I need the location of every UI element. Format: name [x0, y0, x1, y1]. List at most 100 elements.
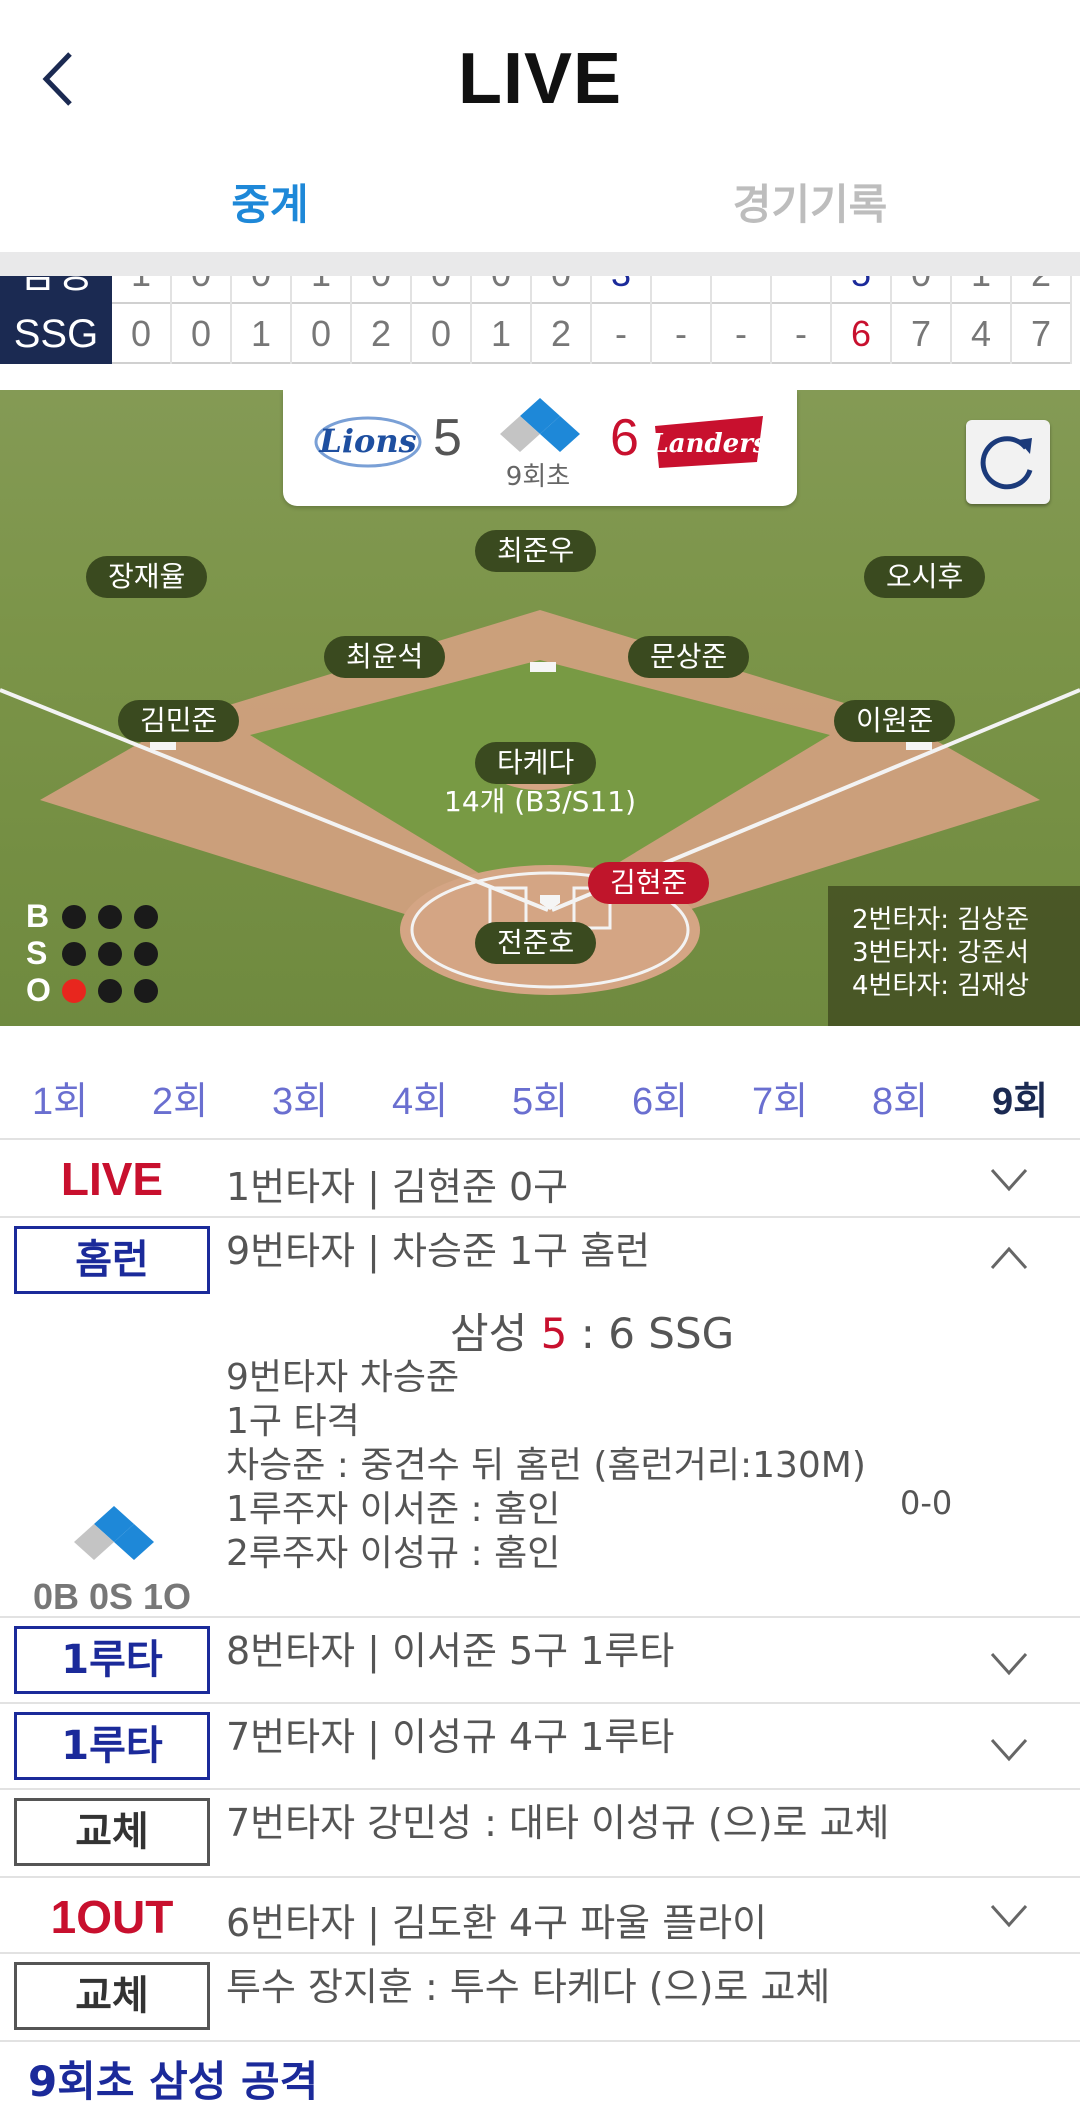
inning-tabs: 1회 2회 3회 4회 5회 6회 7회 8회 9회	[0, 1070, 1080, 1130]
score-cell: 0	[412, 304, 472, 364]
ball-dot	[62, 904, 86, 929]
play-text: 1번타자 | 김현준 0구	[226, 1165, 569, 1209]
tab-broadcast[interactable]: 중계	[0, 160, 540, 250]
inning-tab-2[interactable]: 2회	[120, 1070, 240, 1130]
next-batter: 4번타자: 김재상	[852, 971, 1030, 1001]
score-cell: 1	[232, 304, 292, 364]
out-badge: 1OUT	[50, 1891, 174, 1943]
score-cell-errors: 4	[952, 304, 1012, 364]
play-text: 7번타자 | 이성규 4구 1루타	[226, 1715, 675, 1759]
player-right-field[interactable]: 오시후	[864, 556, 986, 598]
away-team-label: 삼성	[450, 1309, 541, 1358]
play-row-live[interactable]: LIVE 1번타자 | 김현준 0구	[0, 1138, 1080, 1216]
detail-line: 9번타자 차승준	[226, 1357, 460, 1398]
inning-tab-5[interactable]: 5회	[480, 1070, 600, 1130]
scoreboard-row-away: 삼성 1 0 0 1 0 0 0 0 3 5 0 1 2	[0, 276, 1072, 304]
home-score: 6	[610, 409, 639, 467]
play-text: 8번타자 | 이서준 5구 1루타	[226, 1629, 675, 1673]
player-first-base[interactable]: 이원준	[834, 700, 956, 742]
base-runner-icon	[74, 1506, 154, 1560]
chevron-down-icon[interactable]	[990, 1904, 1028, 1928]
score-cell: 0	[472, 276, 532, 304]
tab-bar: 중계 경기기록	[0, 160, 1080, 250]
score-cell: 0	[352, 276, 412, 304]
homerun-badge: 홈런	[14, 1226, 210, 1294]
player-second-base[interactable]: 문상준	[628, 636, 750, 678]
detail-line: 1구 타격	[226, 1401, 360, 1442]
chevron-up-icon[interactable]	[990, 1246, 1028, 1270]
chevron-down-icon[interactable]	[990, 1738, 1028, 1762]
player-catcher[interactable]: 전준호	[475, 922, 597, 964]
play-text: 6번타자 | 김도환 4구 파울 플라이	[226, 1901, 768, 1945]
player-left-field[interactable]: 장재율	[86, 556, 208, 598]
score-cell-bb: 7	[1012, 304, 1072, 364]
svg-text:Lions: Lions	[318, 422, 416, 460]
tab-records[interactable]: 경기기록	[540, 160, 1080, 250]
score-cell	[772, 276, 832, 304]
scoreboard-summary-card: Lions 5 9회초 6 Landers	[283, 390, 797, 506]
baseball-field: Lions 5 9회초 6 Landers 장재율 최준우 오시후 최윤석 문상…	[0, 390, 1080, 1026]
score-cell-hits: 7	[892, 304, 952, 364]
inning-tab-8[interactable]: 8회	[840, 1070, 960, 1130]
inning-tab-6[interactable]: 6회	[600, 1070, 720, 1130]
play-row-substitution[interactable]: 교체 투수 장지훈 : 투수 타케다 (으)로 교체	[0, 1952, 1080, 2040]
score-cell: -	[652, 304, 712, 364]
strikes-label: S	[26, 935, 48, 971]
team-name: SSG	[0, 304, 112, 364]
play-detail-lines: 9번타자 차승준 1구 타격 차승준 : 중견수 뒤 홈런 (홈런거리:130M…	[226, 1356, 866, 1576]
score-cell: 0	[292, 304, 352, 364]
player-shortstop[interactable]: 최윤석	[324, 636, 446, 678]
refresh-icon	[980, 436, 1033, 490]
svg-text:Landers: Landers	[651, 429, 768, 459]
bso-summary: 0B 0S 1O	[32, 1576, 192, 1617]
player-batter[interactable]: 김현준	[588, 862, 710, 904]
away-score-highlight: 5	[540, 1309, 568, 1358]
strike-dot	[62, 941, 86, 966]
play-text: 투수 장지훈 : 투수 타케다 (으)로 교체	[226, 1965, 831, 2009]
score-cell: 2	[352, 304, 412, 364]
detail-line: 1루주자 이서준 : 홈인	[226, 1489, 561, 1530]
score-cell: 2	[532, 304, 592, 364]
play-row-single[interactable]: 1루타 8번타자 | 이서준 5구 1루타	[0, 1616, 1080, 1702]
page-title: LIVE	[457, 39, 623, 119]
bso-indicator: B S O	[26, 898, 170, 1009]
chevron-down-icon[interactable]	[990, 1652, 1028, 1676]
single-badge: 1루타	[14, 1712, 210, 1780]
inning-tab-7[interactable]: 7회	[720, 1070, 840, 1130]
player-third-base[interactable]: 김민준	[118, 700, 240, 742]
play-row-substitution[interactable]: 교체 7번타자 강민성 : 대타 이성규 (으)로 교체	[0, 1788, 1080, 1876]
inning-tab-1[interactable]: 1회	[0, 1070, 120, 1130]
score-cell	[652, 276, 712, 304]
section-title: 9회초 삼성 공격	[28, 2057, 319, 2106]
pitch-count: 14개 (B3/S11)	[444, 785, 636, 818]
score-cell: -	[712, 304, 772, 364]
balls-row: B	[26, 898, 170, 935]
out-dot	[134, 978, 158, 1003]
strike-dot	[134, 941, 158, 966]
balls-label: B	[26, 898, 50, 934]
player-pitcher[interactable]: 타케다	[475, 742, 597, 784]
inning-tab-4[interactable]: 4회	[360, 1070, 480, 1130]
ball-dot	[134, 904, 158, 929]
score-cell-errors: 1	[952, 276, 1012, 304]
inning-tab-9[interactable]: 9회	[960, 1070, 1080, 1130]
divider	[0, 252, 1080, 276]
play-row-single[interactable]: 1루타 7번타자 | 이성규 4구 1루타	[0, 1702, 1080, 1788]
ball-count: 0-0	[900, 1484, 953, 1522]
refresh-button[interactable]	[966, 420, 1050, 504]
play-row-homerun[interactable]: 홈런 9번타자 | 차승준 1구 홈런 삼성 5 : 6 SSG 9번타자 차승…	[0, 1216, 1080, 1617]
away-score: 5	[433, 409, 462, 467]
scoreboard[interactable]: 삼성 1 0 0 1 0 0 0 0 3 5 0 1 2 SSG 0 0 1 0…	[0, 276, 1080, 366]
score-cell: 3	[592, 276, 652, 304]
player-center-field[interactable]: 최준우	[475, 530, 597, 572]
score-cell-bb: 2	[1012, 276, 1072, 304]
inning-tab-3[interactable]: 3회	[240, 1070, 360, 1130]
score-cell-runs: 6	[832, 304, 892, 364]
play-row-out[interactable]: 1OUT 6번타자 | 김도환 4구 파울 플라이	[0, 1876, 1080, 1952]
outs-label: O	[26, 972, 51, 1008]
inning-label: 9회초	[505, 462, 571, 492]
chevron-down-icon[interactable]	[990, 1168, 1028, 1192]
out-dot	[98, 978, 122, 1003]
score-cell: 1	[472, 304, 532, 364]
next-batter: 3번타자: 강준서	[852, 938, 1030, 968]
